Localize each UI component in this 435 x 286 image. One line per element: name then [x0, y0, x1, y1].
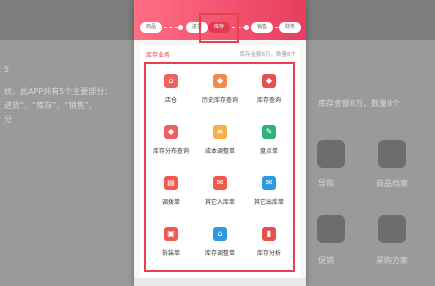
phone-screen: 商品 进货 库存 销售 财务 库存业务 库存金额8万，数量8个 ⌂ 店仓 ◆ 历史库存… [134, 0, 306, 286]
grid-item[interactable]: ✉ 其它出库单 [244, 170, 294, 220]
grid-item[interactable]: ◆ 库存查询 [244, 68, 294, 118]
grid-item[interactable]: ✎ 盘点单 [244, 119, 294, 169]
background-text: 进货”、“库存”、“销售”、 [4, 101, 97, 110]
grid-item[interactable]: ▣ 拆装单 [146, 221, 196, 271]
step-dot [244, 25, 249, 30]
grid-item[interactable]: ▮ 库存分析 [244, 221, 294, 271]
grid-item-label: 成本调整单 [204, 148, 235, 155]
store-icon: ⌂ [164, 74, 178, 88]
grid-item-label: 店仓 [164, 97, 177, 104]
grid-item-label: 库存查询 [256, 97, 281, 104]
inventory-query-icon: ◆ [262, 74, 276, 88]
grid-item-label: 其它入库单 [204, 199, 235, 206]
background-tile [317, 140, 345, 168]
grid-item[interactable]: ◆ 历史库存查询 [195, 68, 245, 118]
step-dot [178, 25, 183, 30]
background-text: 分 [4, 115, 12, 124]
grid-item-label: 库存分布查询 [152, 148, 189, 155]
history-inventory-icon: ◆ [213, 74, 227, 88]
step-connector [164, 27, 178, 28]
grid-item-label: 库存分析 [256, 250, 281, 257]
background-tile [378, 215, 406, 243]
grid-item[interactable]: ⌂ 店仓 [146, 68, 196, 118]
background-tile [378, 140, 406, 168]
panel-summary: 库存金额8万，数量8个 [239, 52, 297, 58]
grid-item-label: 调拨单 [161, 199, 180, 206]
background-label: 商品档案 [376, 179, 408, 188]
distribution-icon: ◆ [164, 125, 178, 139]
grid-item-label: 库存调整单 [204, 250, 235, 257]
background-info: 库存金额8万，数量8个 [318, 99, 401, 108]
grid-item[interactable]: ⌂ 库存调整单 [195, 221, 245, 271]
step-finance[interactable]: 财务 [279, 22, 301, 33]
background-text: 5 [4, 65, 10, 74]
grid-item[interactable]: ▤ 调拨单 [146, 170, 196, 220]
other-outbound-icon: ✉ [262, 176, 276, 190]
cost-adjust-icon: ≡ [213, 125, 227, 139]
active-step-highlight [199, 13, 239, 43]
grid-item[interactable]: ✉ 其它入库单 [195, 170, 245, 220]
panel-title: 库存业务 [146, 52, 171, 59]
bottom-strip [134, 278, 306, 286]
stocktake-icon: ✎ [262, 125, 276, 139]
grid-item-label: 拆装单 [161, 250, 180, 257]
grid-item-label: 其它出库单 [253, 199, 284, 206]
inventory-adjust-icon: ⌂ [213, 227, 227, 241]
grid-item-label: 历史库存查询 [201, 97, 238, 104]
inventory-analysis-icon: ▮ [262, 227, 276, 241]
step-sales[interactable]: 销售 [251, 22, 273, 33]
grid-item-label: 盘点单 [259, 148, 278, 155]
transfer-icon: ▤ [164, 176, 178, 190]
background-label: 采购方案 [376, 256, 408, 265]
panel-header: 库存业务 库存金额8万，数量8个 [142, 48, 298, 62]
step-goods[interactable]: 商品 [140, 22, 162, 33]
grid-item[interactable]: ≡ 成本调整单 [195, 119, 245, 169]
inventory-function-grid: ⌂ 店仓 ◆ 历史库存查询 ◆ 库存查询 ◆ 库存分布查询 ≡ 成本调整单 ✎ 盘点单 ▤ 调拨单 ✉ 其它入… [144, 62, 295, 272]
grid-item[interactable]: ◆ 库存分布查询 [146, 119, 196, 169]
assembly-icon: ▣ [164, 227, 178, 241]
other-inbound-icon: ✉ [213, 176, 227, 190]
background-text: 统，此APP共有5个主要部分： [4, 87, 113, 96]
background-tile [317, 215, 345, 243]
